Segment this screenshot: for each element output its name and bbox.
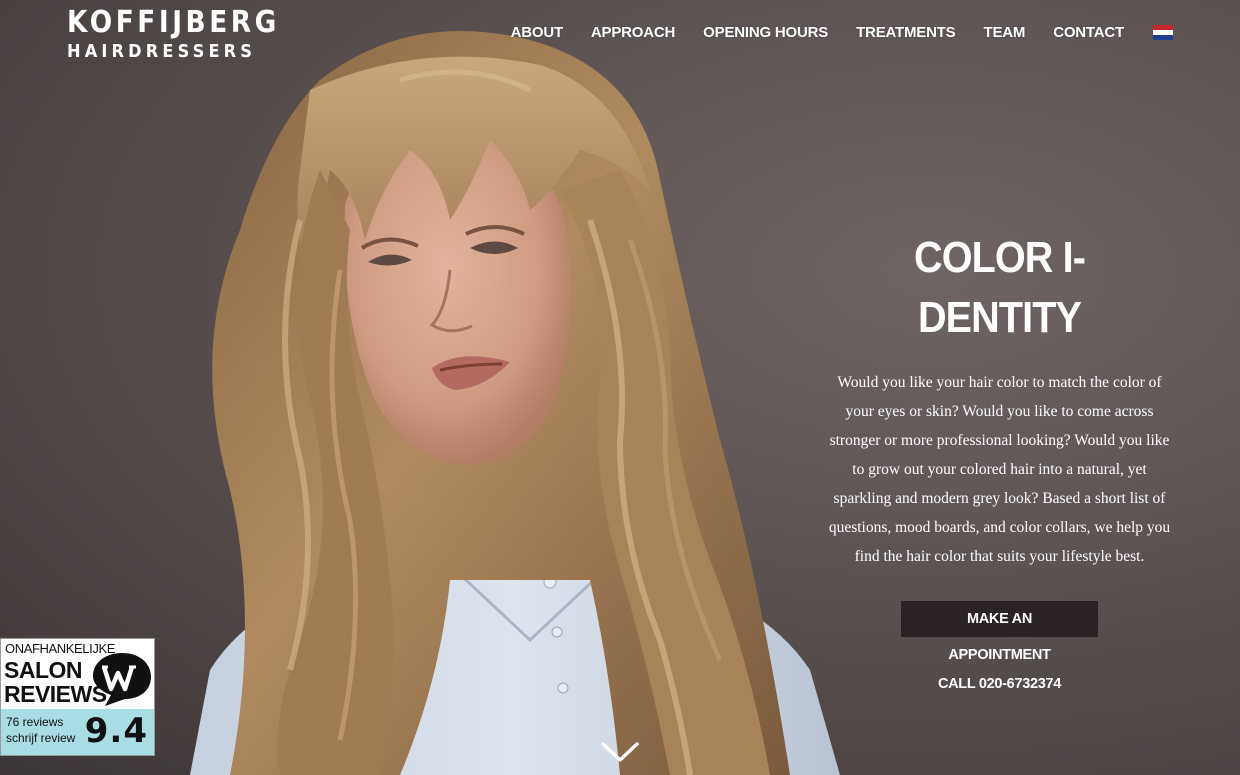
main-nav: ABOUT APPROACH OPENING HOURS TREATMENTS … [511, 24, 1173, 41]
call-link[interactable]: CALL 020-6732374 [822, 676, 1177, 692]
badge-score: 9.4 [84, 711, 148, 751]
nav-item-opening-hours[interactable]: OPENING HOURS [703, 24, 828, 41]
nav-item-about[interactable]: ABOUT [511, 24, 564, 41]
hero-model-image [190, 31, 840, 775]
salon-reviews-badge[interactable]: ONAFHANKELIJKE SALON REVIEWS 76 reviews … [0, 638, 155, 756]
write-review-link[interactable]: schrijf review [6, 731, 75, 745]
speech-bubble-w-icon [93, 653, 151, 706]
badge-footer: 76 reviews schrijf review 9.4 [1, 709, 154, 755]
make-appointment-button[interactable]: MAKE AN APPOINTMENT [901, 601, 1098, 663]
hero-description: Would you like your hair color to match … [828, 374, 1171, 565]
nav-item-team[interactable]: TEAM [983, 24, 1025, 41]
badge-title-line1: SALON [4, 657, 83, 683]
logo-subtitle: HAIRDRESSERS [67, 41, 257, 62]
badge-review-count: 76 reviews [6, 715, 64, 729]
nav-item-approach[interactable]: APPROACH [591, 24, 675, 41]
hero-title: COLOR I-DENTITY [914, 233, 1086, 342]
netherlands-flag-icon[interactable] [1153, 25, 1173, 40]
nav-item-treatments[interactable]: TREATMENTS [856, 24, 956, 41]
hero-content: COLOR I-DENTITY Would you like your hair… [822, 228, 1177, 692]
nav-item-contact[interactable]: CONTACT [1053, 24, 1124, 41]
logo[interactable]: KOFFIJBERG HAIRDRESSERS [67, 6, 309, 64]
logo-wordmark: KOFFIJBERG [67, 5, 280, 40]
chevron-down-icon[interactable] [600, 738, 640, 766]
